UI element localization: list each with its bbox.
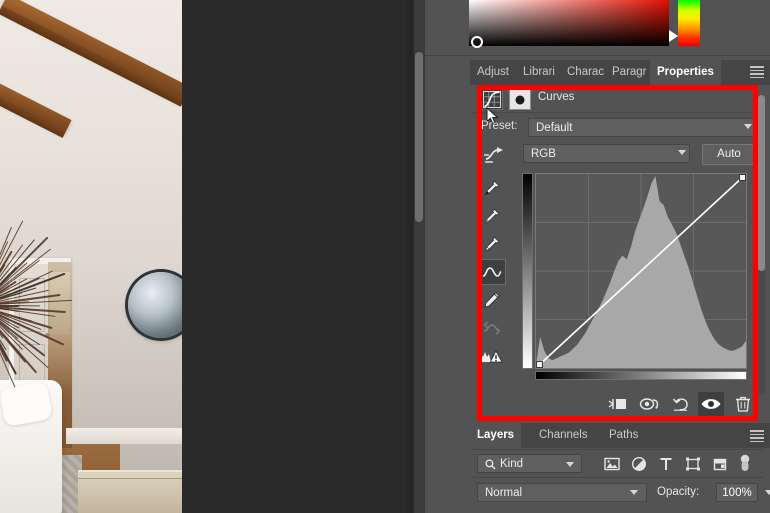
chevron-down-icon[interactable]: [744, 124, 752, 129]
magnifier-icon: [485, 459, 496, 470]
panel-divider: [472, 449, 764, 450]
preset-row: Preset: Default: [472, 116, 764, 140]
preset-select[interactable]: Default: [528, 118, 756, 137]
document-canvas-area[interactable]: [0, 0, 425, 513]
console-chest: [78, 470, 182, 513]
properties-button-bar: [472, 391, 764, 417]
properties-tab-strip: Adjust Librari Charac Paragr Properties: [470, 60, 770, 85]
properties-header: Curves: [472, 85, 764, 113]
layer-filter-row: Kind: [472, 452, 764, 476]
toggle-layer-visibility-icon[interactable]: [698, 392, 724, 416]
on-image-adjustment-icon[interactable]: [483, 146, 509, 164]
clipping-warning-icon[interactable]: [478, 343, 506, 369]
opacity-input[interactable]: 100%: [716, 483, 758, 502]
panel-divider: [425, 55, 770, 56]
preset-label: Preset:: [481, 120, 518, 132]
opacity-label: Opacity:: [657, 486, 700, 498]
color-panel: [425, 0, 770, 60]
blend-mode-row: Normal Opacity: 100%: [472, 481, 770, 505]
hue-slider-arrow-icon[interactable]: [669, 30, 678, 42]
filter-kind-select[interactable]: Kind: [477, 454, 582, 473]
tab-properties[interactable]: Properties: [650, 60, 721, 85]
tab-paths[interactable]: Paths: [602, 423, 645, 448]
curve-point-highlight[interactable]: [739, 174, 746, 181]
chevron-down-icon[interactable]: [765, 490, 770, 495]
output-gradient-strip: [522, 173, 533, 369]
curve-point-tool-icon[interactable]: [478, 259, 506, 285]
opacity-stepper[interactable]: [762, 483, 770, 502]
mask-dot-icon: [515, 95, 525, 104]
canvas-background: [182, 0, 407, 513]
panel-divider: [472, 477, 764, 478]
filter-pixel-layers-icon[interactable]: [600, 453, 623, 474]
tab-libraries[interactable]: Librari: [516, 60, 562, 85]
pencil-draw-curve-icon[interactable]: [478, 287, 506, 313]
channel-select[interactable]: RGB: [523, 144, 690, 163]
chevron-down-icon[interactable]: [678, 150, 686, 155]
tab-layers[interactable]: Layers: [470, 423, 522, 448]
gray-point-eyedropper-icon[interactable]: [478, 203, 506, 229]
delete-adjustment-layer-icon[interactable]: [730, 392, 756, 416]
baseboard-trim: [66, 428, 182, 444]
smooth-curve-icon: [478, 315, 506, 341]
filter-type-layers-icon[interactable]: [654, 453, 677, 474]
curve-point-shadow[interactable]: [536, 361, 543, 368]
saturation-brightness-field[interactable]: [469, 0, 669, 46]
curves-grid[interactable]: [535, 173, 747, 369]
layers-panel: Layers Channels Paths Kind Normal Opacit…: [425, 423, 770, 513]
properties-scrollbar-thumb[interactable]: [758, 95, 765, 271]
layer-mask-thumbnail[interactable]: [509, 89, 531, 110]
hue-slider[interactable]: [678, 0, 700, 46]
tone-curve-line[interactable]: [536, 174, 746, 368]
tab-character[interactable]: Charac: [560, 60, 611, 85]
reset-adjustment-icon[interactable]: [668, 392, 694, 416]
filter-shape-layers-icon[interactable]: [681, 453, 704, 474]
page-title: Curves: [538, 91, 575, 103]
channel-row: RGB Auto: [472, 143, 764, 169]
chevron-down-icon[interactable]: [630, 490, 638, 495]
black-point-eyedropper-icon[interactable]: [478, 175, 506, 201]
white-point-eyedropper-icon[interactable]: [478, 231, 506, 257]
hamburger-menu-icon[interactable]: [750, 430, 764, 442]
filter-smart-object-icon[interactable]: [708, 453, 731, 474]
hamburger-menu-icon[interactable]: [750, 66, 764, 78]
input-gradient-strip: [535, 371, 747, 380]
curves-tool-column: [478, 175, 508, 380]
canvas-scrollbar-thumb[interactable]: [415, 52, 423, 222]
clip-to-layer-icon[interactable]: [605, 392, 631, 416]
properties-panel: Curves Preset: Default RGB Auto: [472, 85, 764, 421]
filter-adjustment-layers-icon[interactable]: [627, 453, 650, 474]
curves-graph[interactable]: [522, 173, 748, 381]
filter-toggle-switch-icon[interactable]: [733, 453, 756, 474]
tab-adjustments[interactable]: Adjust: [470, 60, 516, 85]
filter-kind-label: Kind: [500, 458, 524, 470]
tab-channels[interactable]: Channels: [532, 423, 595, 448]
photo-document[interactable]: [0, 0, 182, 513]
tab-paragraph[interactable]: Paragr: [605, 60, 654, 85]
blend-mode-select[interactable]: Normal: [477, 483, 647, 502]
chevron-down-icon[interactable]: [566, 462, 574, 467]
color-field-marker-icon[interactable]: [471, 36, 483, 48]
auto-button[interactable]: Auto: [702, 144, 756, 165]
layers-tab-strip: Layers Channels Paths: [470, 423, 770, 448]
view-previous-state-icon[interactable]: [637, 392, 663, 416]
